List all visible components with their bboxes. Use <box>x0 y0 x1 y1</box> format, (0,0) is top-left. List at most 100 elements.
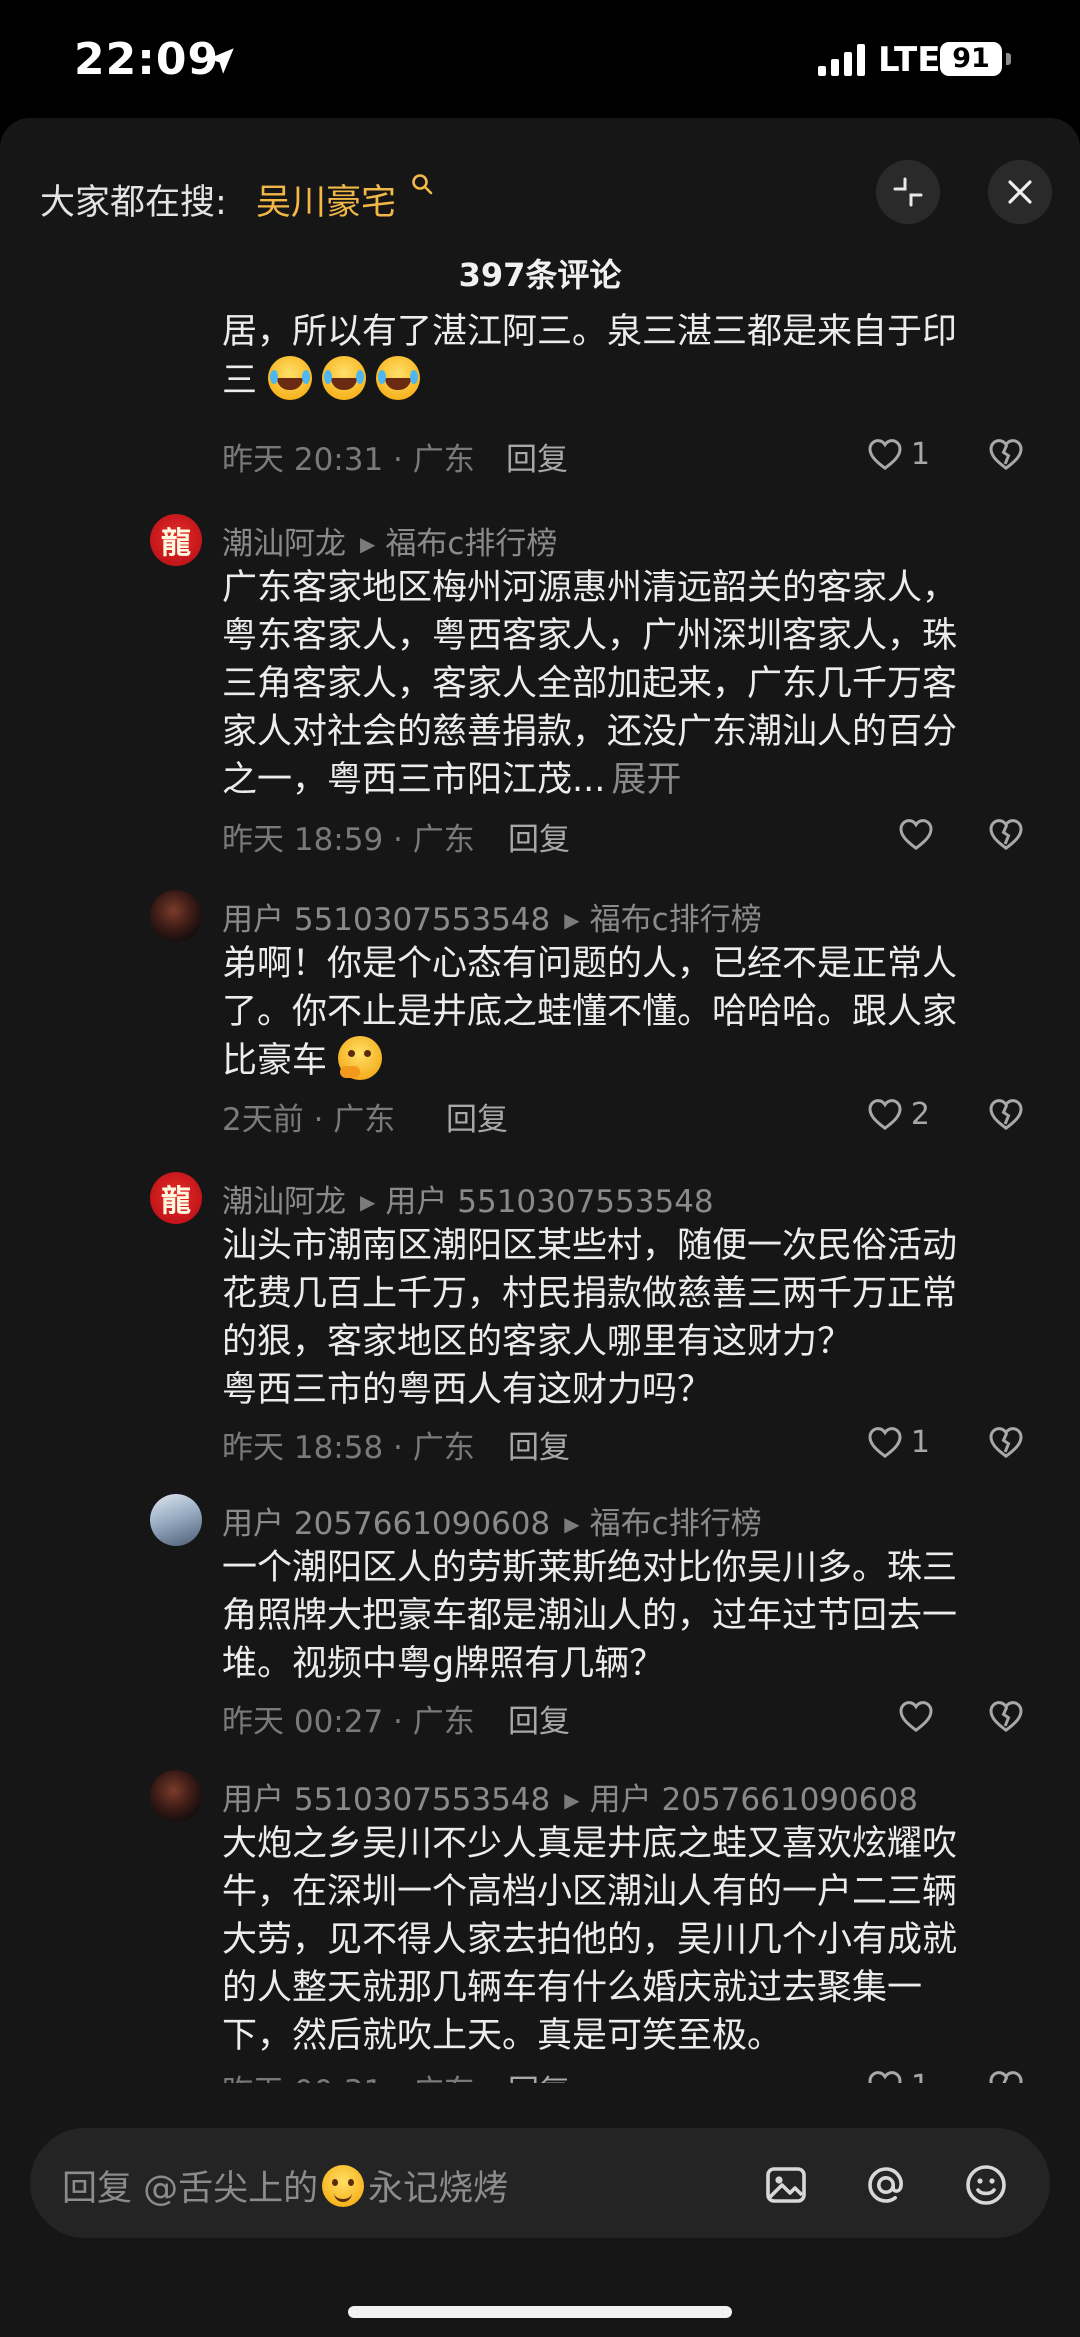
comment-line: 大劳，见不得人家去拍他的，吴川几个小有成就 <box>222 1920 958 1960</box>
reply-arrow-icon: ▶ <box>564 908 580 932</box>
comments-sheet: 大家都在搜: 吴川豪宅 397条评论 三，泉州阿三大有一小部分流浪在湛江吴川定 … <box>0 118 1080 2337</box>
reply-arrow-icon: ▶ <box>360 1190 376 1214</box>
comment-line: 角照牌大把豪车都是潮汕人的，过年过节回去一 <box>222 1596 958 1636</box>
reply-arrow-icon: ▶ <box>564 1788 580 1812</box>
like-button[interactable] <box>896 814 942 854</box>
comment-line: 的人整天就那几辆车有什么婚庆就过去聚集一 <box>222 1968 923 2008</box>
comment-line: 牛，在深圳一个高档小区潮汕人有的一户二三辆 <box>222 1872 958 1912</box>
like-button[interactable]: 2 <box>865 1094 930 1134</box>
reply-placeholder-start: 回复 @舌尖上的 <box>62 2169 319 2209</box>
battery-icon: 91 <box>940 42 1002 76</box>
trending-search-keyword[interactable]: 吴川豪宅 <box>256 174 396 225</box>
comment-meta: 用户 5510307553548 ▶ 用户 2057661090608 <box>222 1774 918 1819</box>
comment-count: 397条评论 <box>458 256 622 294</box>
comment-username[interactable]: 用户 5510307553548 <box>222 902 550 938</box>
comment-meta: 潮汕阿龙 ▶ 用户 5510307553548 <box>222 1176 714 1221</box>
expand-link[interactable]: 展开 <box>611 760 681 800</box>
heart-icon <box>868 439 902 471</box>
reply-placeholder-end: 永记烧烤 <box>368 2169 509 2209</box>
comment-line: 三 <box>222 361 258 401</box>
trending-search-bar[interactable]: 大家都在搜: 吴川豪宅 <box>0 152 1080 232</box>
comment-list[interactable]: 三，泉州阿三大有一小部分流浪在湛江吴川定 居，所以有了湛江阿三。泉三湛三都是来自… <box>0 300 1080 2083</box>
broken-heart-icon[interactable] <box>986 1696 1026 1736</box>
broken-heart-icon[interactable] <box>986 1094 1026 1134</box>
status-bar: 22:09 LTE 91 <box>0 0 1080 118</box>
comment-line: 大炮之乡吴川不少人真是井底之蛙又喜欢炫耀吹 <box>222 1824 958 1864</box>
collapse-icon <box>893 177 923 207</box>
comment-footer: 昨天 00:27 · 广东 回复 <box>222 1690 1030 1741</box>
minimize-button[interactable] <box>876 160 940 224</box>
tears-of-joy-icon <box>376 356 421 400</box>
like-count: 1 <box>910 1424 930 1460</box>
reply-button[interactable]: 回复 <box>508 814 570 859</box>
avatar[interactable]: 龍 <box>150 514 202 566</box>
comment-username[interactable]: 用户 5510307553548 <box>222 1782 550 1818</box>
heart-icon <box>899 819 933 851</box>
comment-line: 居，所以有了湛江阿三。泉三湛三都是来自于印 <box>222 312 958 352</box>
comment-line: 家人对社会的慈善捐款，还没广东潮汕人的百分 <box>222 712 958 752</box>
reply-arrow-icon: ▶ <box>360 532 376 556</box>
tears-of-joy-icon <box>268 356 313 400</box>
comment-line: 下，然后就吹上天。真是可笑至极。 <box>222 2016 783 2056</box>
trending-search-prefix: 大家都在搜: <box>40 183 227 223</box>
reply-placeholder[interactable]: 回复 @舌尖上的 永记烧烤 <box>62 2160 508 2211</box>
thinking-face-icon <box>338 1036 383 1080</box>
comment-line: 三，泉州阿三大有一小部分流浪在湛江吴川定 <box>222 300 1030 308</box>
heart-icon <box>899 1701 933 1733</box>
search-icon <box>412 174 433 195</box>
comment-line: 了。你不止是井底之蛙懂不懂。哈哈哈。跟人家 <box>222 992 958 1032</box>
comment-text: 弟啊！你是个心态有问题的人，已经不是正常人 了。你不止是井底之蛙懂不懂。哈哈哈。… <box>222 940 1030 1085</box>
emoji-icon[interactable] <box>962 2161 1010 2209</box>
comment-time: 昨天 00:31 · 广东 <box>222 2066 475 2083</box>
reply-to-username[interactable]: 福布c排行榜 <box>590 902 762 938</box>
reply-composer[interactable]: 回复 @舌尖上的 永记烧烤 <box>30 2128 1050 2238</box>
comment-line: 弟啊！你是个心态有问题的人，已经不是正常人 <box>222 944 958 984</box>
comment-footer: 昨天 00:31 · 广东 回复 1 <box>222 2060 1030 2083</box>
comment-line: 一个潮阳区人的劳斯莱斯绝对比你吴川多。珠三 <box>222 1548 958 1588</box>
comment-text: 汕头市潮南区潮阳区某些村，随便一次民俗活动 花费几百上千万，村民捐款做慈善三两千… <box>222 1222 1030 1414</box>
reply-button[interactable]: 回复 <box>508 2066 570 2083</box>
reply-to-username[interactable]: 福布c排行榜 <box>590 1506 762 1542</box>
comment-username[interactable]: 用户 2057661090608 <box>222 1506 550 1542</box>
status-time: 22:09 <box>74 34 220 85</box>
close-button[interactable] <box>988 160 1052 224</box>
like-button[interactable]: 1 <box>865 2066 930 2083</box>
comment-line: 花费几百上千万，村民捐款做慈善三两千万正常 <box>222 1274 958 1314</box>
like-button[interactable]: 1 <box>865 434 930 474</box>
like-count: 2 <box>910 1096 930 1132</box>
reply-button[interactable]: 回复 <box>508 1696 570 1741</box>
avatar[interactable]: 龍 <box>150 1172 202 1224</box>
reply-to-username[interactable]: 用户 5510307553548 <box>385 1184 713 1220</box>
comment-line: 堆。视频中粤g牌照有几辆？ <box>222 1644 665 1684</box>
comment-meta: 潮汕阿龙 ▶ 福布c排行榜 <box>222 518 557 563</box>
network-type: LTE <box>878 40 941 80</box>
broken-heart-icon[interactable] <box>986 814 1026 854</box>
comment-footer: 昨天 18:58 · 广东 回复 1 <box>222 1416 1030 1467</box>
like-button[interactable] <box>896 1696 942 1736</box>
like-button[interactable]: 1 <box>865 1422 930 1462</box>
mention-icon[interactable] <box>862 2161 910 2209</box>
location-arrow-icon <box>208 48 234 74</box>
comment-text: 一个潮阳区人的劳斯莱斯绝对比你吴川多。珠三 角照牌大把豪车都是潮汕人的，过年过节… <box>222 1544 1030 1688</box>
comment-footer: 昨天 18:59 · 广东 回复 <box>222 808 1030 859</box>
comment-footer: 2天前 · 广东 回复 2 <box>222 1088 1030 1139</box>
reply-button[interactable]: 回复 <box>508 1422 570 1467</box>
avatar[interactable] <box>150 890 202 942</box>
comment-text: 三，泉州阿三大有一小部分流浪在湛江吴川定 居，所以有了湛江阿三。泉三湛三都是来自… <box>222 300 1030 405</box>
reply-button[interactable]: 回复 <box>506 434 568 479</box>
broken-heart-icon[interactable] <box>986 1422 1026 1462</box>
broken-heart-icon[interactable] <box>986 434 1026 474</box>
home-indicator[interactable] <box>348 2306 732 2318</box>
avatar[interactable] <box>150 1770 202 1822</box>
close-icon <box>1008 180 1032 204</box>
reply-to-username[interactable]: 用户 2057661090608 <box>590 1782 918 1818</box>
avatar[interactable] <box>150 1494 202 1546</box>
comment-username[interactable]: 潮汕阿龙 <box>222 526 346 562</box>
image-icon[interactable] <box>762 2161 810 2209</box>
reply-to-username[interactable]: 福布c排行榜 <box>385 526 557 562</box>
comment-line: 三角客家人，客家人全部加起来，广东几千万客 <box>222 664 958 704</box>
reply-button[interactable]: 回复 <box>446 1094 508 1139</box>
comment-username[interactable]: 潮汕阿龙 <box>222 1184 346 1220</box>
comment-meta: 用户 2057661090608 ▶ 福布c排行榜 <box>222 1498 762 1543</box>
broken-heart-icon[interactable] <box>986 2066 1026 2083</box>
